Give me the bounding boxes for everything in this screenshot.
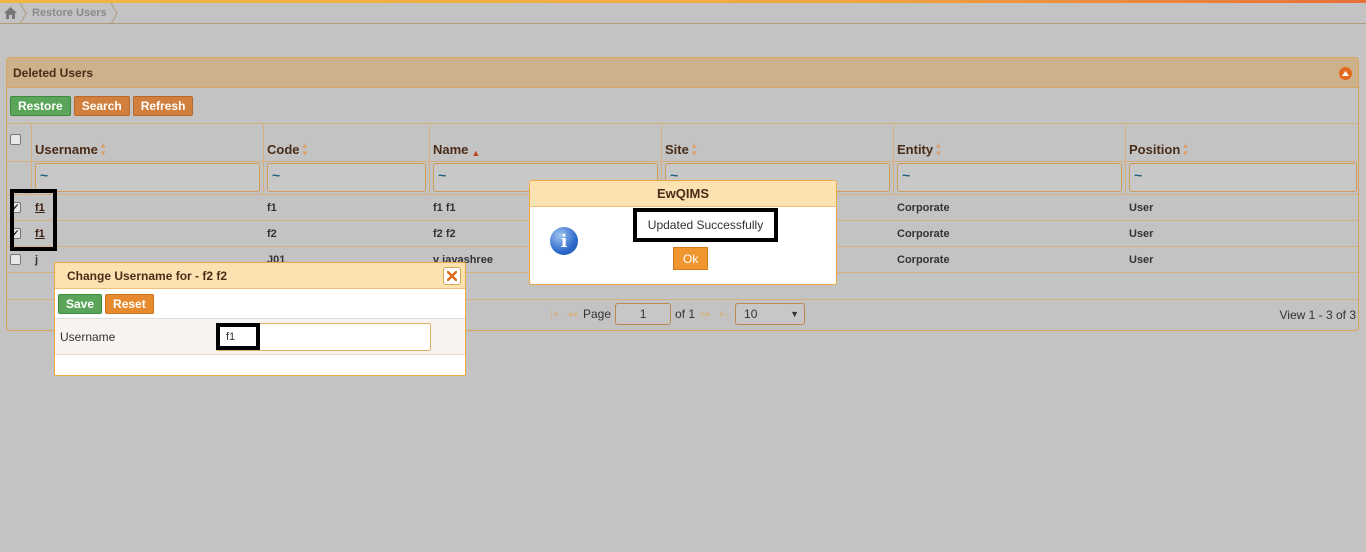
annotation-highlight bbox=[10, 189, 57, 251]
refresh-button[interactable]: Refresh bbox=[132, 95, 194, 116]
message-dialog: EwQIMS i Updated Successfully Ok bbox=[529, 180, 837, 285]
select-all-checkbox[interactable] bbox=[10, 133, 21, 145]
ok-button[interactable]: Ok bbox=[673, 247, 709, 270]
view-info: View 1 - 3 of 3 bbox=[1279, 308, 1357, 322]
entity-cell: Corporate bbox=[897, 253, 950, 266]
sort-asc-icon: ▲ bbox=[471, 148, 481, 158]
header-site[interactable]: Site ▴ ▾ bbox=[662, 125, 894, 161]
last-page-icon[interactable]: ▸| bbox=[717, 309, 731, 320]
rows-per-page-value: 10 bbox=[744, 307, 758, 321]
header-name[interactable]: Name ▲ bbox=[430, 125, 662, 161]
restore-button[interactable]: Restore bbox=[10, 95, 71, 116]
dialog-toolbar: Save Reset bbox=[55, 289, 465, 319]
username-text[interactable]: j bbox=[35, 254, 38, 266]
page-count: of 1 bbox=[675, 307, 696, 321]
sort-icon: ▴ ▾ bbox=[1183, 140, 1188, 158]
panel-title: Deleted Users bbox=[13, 65, 94, 80]
row-checkbox[interactable] bbox=[10, 254, 21, 265]
breadcrumb-current: Restore Users bbox=[32, 7, 107, 19]
message-dialog-title: EwQIMS bbox=[530, 181, 836, 207]
close-icon[interactable] bbox=[443, 267, 461, 285]
sort-icon: ▴ ▾ bbox=[100, 140, 106, 158]
entity-filter[interactable]: ~ bbox=[897, 163, 1122, 192]
entity-cell: Corporate bbox=[897, 227, 950, 240]
grid-toolbar: Restore Search Refresh bbox=[7, 88, 1358, 124]
username-form-row: Username f1 bbox=[55, 319, 465, 355]
position-cell: User bbox=[1129, 253, 1154, 266]
page-input[interactable]: 1 bbox=[615, 303, 672, 325]
panel-header: Deleted Users bbox=[7, 58, 1358, 88]
chevron-down-icon: ▼ bbox=[790, 309, 800, 319]
header-username[interactable]: Username ▴ ▾ bbox=[32, 125, 264, 161]
prev-page-icon[interactable]: ◂◂ bbox=[565, 309, 579, 320]
entity-cell: Corporate bbox=[897, 201, 950, 214]
header-code[interactable]: Code ▴ ▾ bbox=[264, 125, 430, 161]
annotation-highlight bbox=[216, 323, 260, 350]
code-cell: f2 bbox=[267, 227, 277, 240]
code-cell: f1 bbox=[267, 201, 277, 214]
sort-icon: ▴ ▾ bbox=[302, 140, 308, 158]
save-button[interactable]: Save bbox=[58, 293, 103, 314]
position-cell: User bbox=[1129, 227, 1154, 240]
pager-controls: |◂ ◂◂ Page 1 of 1 ▸▸ ▸| 10 ▼ bbox=[547, 303, 806, 325]
dialog-title: Change Username for - f2 f2 bbox=[55, 263, 465, 289]
next-page-icon[interactable]: ▸▸ bbox=[699, 309, 713, 320]
first-page-icon[interactable]: |◂ bbox=[547, 309, 561, 320]
search-button[interactable]: Search bbox=[73, 95, 130, 116]
change-username-dialog: Change Username for - f2 f2 Save Reset U… bbox=[54, 262, 466, 376]
page-label: Page bbox=[583, 307, 612, 321]
home-icon[interactable] bbox=[2, 5, 18, 21]
info-icon: i bbox=[550, 227, 578, 255]
grid-header-row: Username ▴ ▾ Code ▴ ▾ Name ▲ Site ▴ ▾ Entity ▴ ▾ … bbox=[7, 125, 1358, 161]
rows-per-page-select[interactable]: 10 ▼ bbox=[735, 303, 806, 325]
dialog-title-text: Change Username for - f2 f2 bbox=[67, 268, 228, 283]
username-label: Username bbox=[60, 329, 116, 344]
header-position[interactable]: Position ▴ ▾ bbox=[1126, 125, 1358, 161]
sort-icon: ▴ ▾ bbox=[691, 140, 697, 158]
position-filter[interactable]: ~ bbox=[1129, 163, 1357, 192]
select-all-cell bbox=[7, 125, 32, 161]
sort-icon: ▴ ▾ bbox=[936, 140, 941, 158]
breadcrumb-separator-icon bbox=[110, 2, 118, 24]
username-filter[interactable]: ~ bbox=[35, 163, 260, 192]
reset-button[interactable]: Reset bbox=[105, 293, 154, 314]
collapse-icon[interactable] bbox=[1339, 67, 1352, 80]
breadcrumb: Restore Users bbox=[0, 2, 1366, 24]
breadcrumb-separator-icon bbox=[19, 2, 27, 24]
position-cell: User bbox=[1129, 201, 1154, 214]
code-filter[interactable]: ~ bbox=[267, 163, 426, 192]
header-entity[interactable]: Entity ▴ ▾ bbox=[894, 125, 1126, 161]
message-text: Updated Successfully bbox=[633, 208, 778, 242]
